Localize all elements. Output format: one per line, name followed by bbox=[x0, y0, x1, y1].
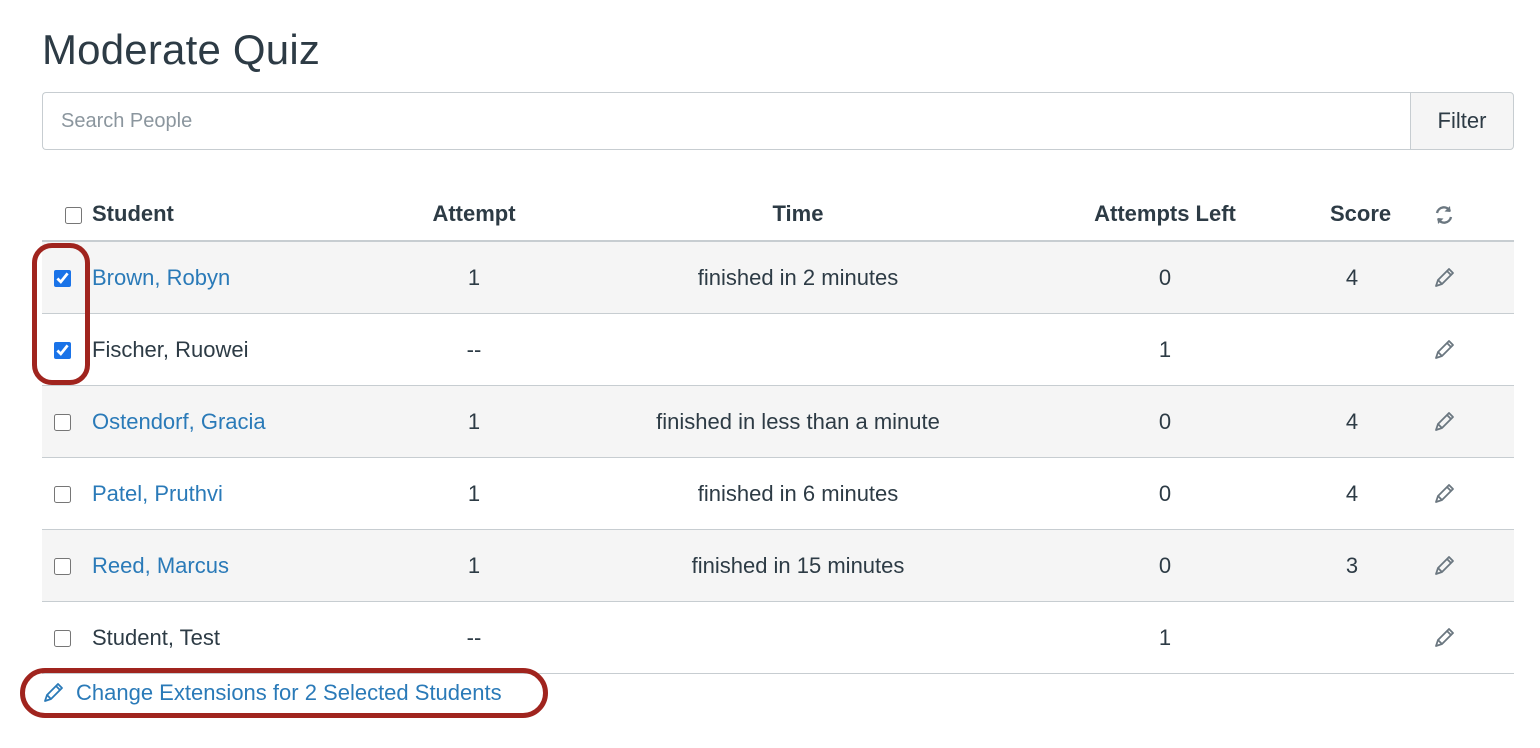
attempt-cell: 1 bbox=[352, 457, 596, 530]
action-cell bbox=[1374, 601, 1514, 674]
student-name: Fischer, Ruowei bbox=[92, 336, 249, 362]
score-cell bbox=[1330, 601, 1374, 674]
page-title: Moderate Quiz bbox=[42, 26, 321, 73]
student-name-link[interactable]: Patel, Pruthvi bbox=[92, 481, 223, 506]
header-score: Score bbox=[1330, 188, 1391, 242]
row-checkbox[interactable] bbox=[54, 414, 71, 432]
header-action-cell bbox=[1374, 188, 1514, 242]
score-cell: 3 bbox=[1330, 529, 1374, 602]
student-name-link[interactable]: Ostendorf, Gracia bbox=[92, 409, 266, 434]
table-row: Patel, Pruthvi 1 finished in 6 minutes 0 4 bbox=[42, 457, 1514, 530]
row-checkbox[interactable] bbox=[54, 630, 71, 648]
action-cell bbox=[1374, 241, 1514, 314]
attempts-left-cell: 1 bbox=[1000, 313, 1330, 386]
row-checkbox[interactable] bbox=[54, 270, 71, 288]
student-cell: Brown, Robyn bbox=[92, 241, 352, 314]
pencil-icon[interactable] bbox=[1431, 481, 1457, 507]
student-name-link[interactable]: Brown, Robyn bbox=[92, 265, 230, 290]
attempt-cell: 1 bbox=[352, 241, 596, 314]
attempt-cell: 1 bbox=[352, 385, 596, 458]
row-checkbox-cell bbox=[42, 457, 92, 530]
pencil-icon[interactable] bbox=[1431, 553, 1457, 579]
student-name: Student, Test bbox=[92, 624, 221, 650]
action-cell bbox=[1374, 457, 1514, 530]
pencil-icon[interactable] bbox=[1431, 265, 1457, 291]
score-cell: 4 bbox=[1330, 385, 1374, 458]
pencil-icon bbox=[40, 680, 66, 706]
row-checkbox-cell bbox=[42, 385, 92, 458]
time-cell: finished in 2 minutes bbox=[596, 241, 1000, 314]
attempts-left-cell: 1 bbox=[1000, 601, 1330, 674]
pencil-icon[interactable] bbox=[1431, 625, 1457, 651]
student-name-link[interactable]: Reed, Marcus bbox=[92, 553, 229, 578]
search-bar: Filter bbox=[42, 92, 1514, 150]
pencil-icon[interactable] bbox=[1431, 409, 1457, 435]
row-checkbox[interactable] bbox=[54, 558, 71, 576]
attempts-left-cell: 0 bbox=[1000, 241, 1330, 314]
select-all-checkbox[interactable] bbox=[64, 206, 82, 224]
filter-button[interactable]: Filter bbox=[1410, 92, 1514, 150]
time-cell: finished in 15 minutes bbox=[596, 529, 1000, 602]
time-cell bbox=[596, 601, 1000, 674]
action-cell bbox=[1374, 529, 1514, 602]
table-row: Fischer, Ruowei -- 1 bbox=[42, 313, 1514, 386]
change-extensions-label: Change Extensions for 2 Selected Student… bbox=[76, 680, 502, 705]
attempt-cell: -- bbox=[352, 601, 596, 674]
row-checkbox-cell bbox=[42, 601, 92, 674]
student-cell: Patel, Pruthvi bbox=[92, 457, 352, 530]
row-checkbox-cell bbox=[42, 241, 92, 314]
time-cell: finished in less than a minute bbox=[596, 385, 1000, 458]
student-cell: Fischer, Ruowei bbox=[92, 313, 352, 386]
time-cell: finished in 6 minutes bbox=[596, 457, 1000, 530]
change-extensions-link[interactable]: Change Extensions for 2 Selected Student… bbox=[40, 678, 502, 708]
header-time: Time bbox=[596, 188, 1000, 242]
header-attempts-left: Attempts Left bbox=[1000, 188, 1330, 242]
time-cell bbox=[596, 313, 1000, 386]
attempts-left-cell: 0 bbox=[1000, 529, 1330, 602]
pencil-icon[interactable] bbox=[1431, 337, 1457, 363]
header-attempt: Attempt bbox=[352, 188, 596, 242]
action-cell bbox=[1374, 385, 1514, 458]
search-input[interactable] bbox=[42, 92, 1410, 150]
attempts-left-cell: 0 bbox=[1000, 457, 1330, 530]
table-row: Brown, Robyn 1 finished in 2 minutes 0 4 bbox=[42, 241, 1514, 314]
table-row: Reed, Marcus 1 finished in 15 minutes 0 3 bbox=[42, 529, 1514, 602]
table-header-row: Student Attempt Time Attempts Left Score bbox=[42, 188, 1514, 242]
refresh-icon[interactable] bbox=[1433, 204, 1455, 226]
header-student: Student bbox=[92, 188, 352, 242]
student-cell: Student, Test bbox=[92, 601, 352, 674]
students-table: Student Attempt Time Attempts Left Score… bbox=[42, 188, 1514, 674]
action-cell bbox=[1374, 313, 1514, 386]
row-checkbox-cell bbox=[42, 529, 92, 602]
attempt-cell: -- bbox=[352, 313, 596, 386]
table-row: Ostendorf, Gracia 1 finished in less than … bbox=[42, 385, 1514, 458]
table-row: Student, Test -- 1 bbox=[42, 601, 1514, 674]
score-cell: 4 bbox=[1330, 457, 1374, 530]
student-cell: Ostendorf, Gracia bbox=[92, 385, 352, 458]
score-cell bbox=[1330, 313, 1374, 386]
row-checkbox[interactable] bbox=[54, 486, 71, 504]
attempt-cell: 1 bbox=[352, 529, 596, 602]
score-cell: 4 bbox=[1330, 241, 1374, 314]
row-checkbox[interactable] bbox=[54, 342, 71, 360]
row-checkbox-cell bbox=[42, 313, 92, 386]
select-all-cell bbox=[42, 188, 92, 242]
attempts-left-cell: 0 bbox=[1000, 385, 1330, 458]
student-cell: Reed, Marcus bbox=[92, 529, 352, 602]
